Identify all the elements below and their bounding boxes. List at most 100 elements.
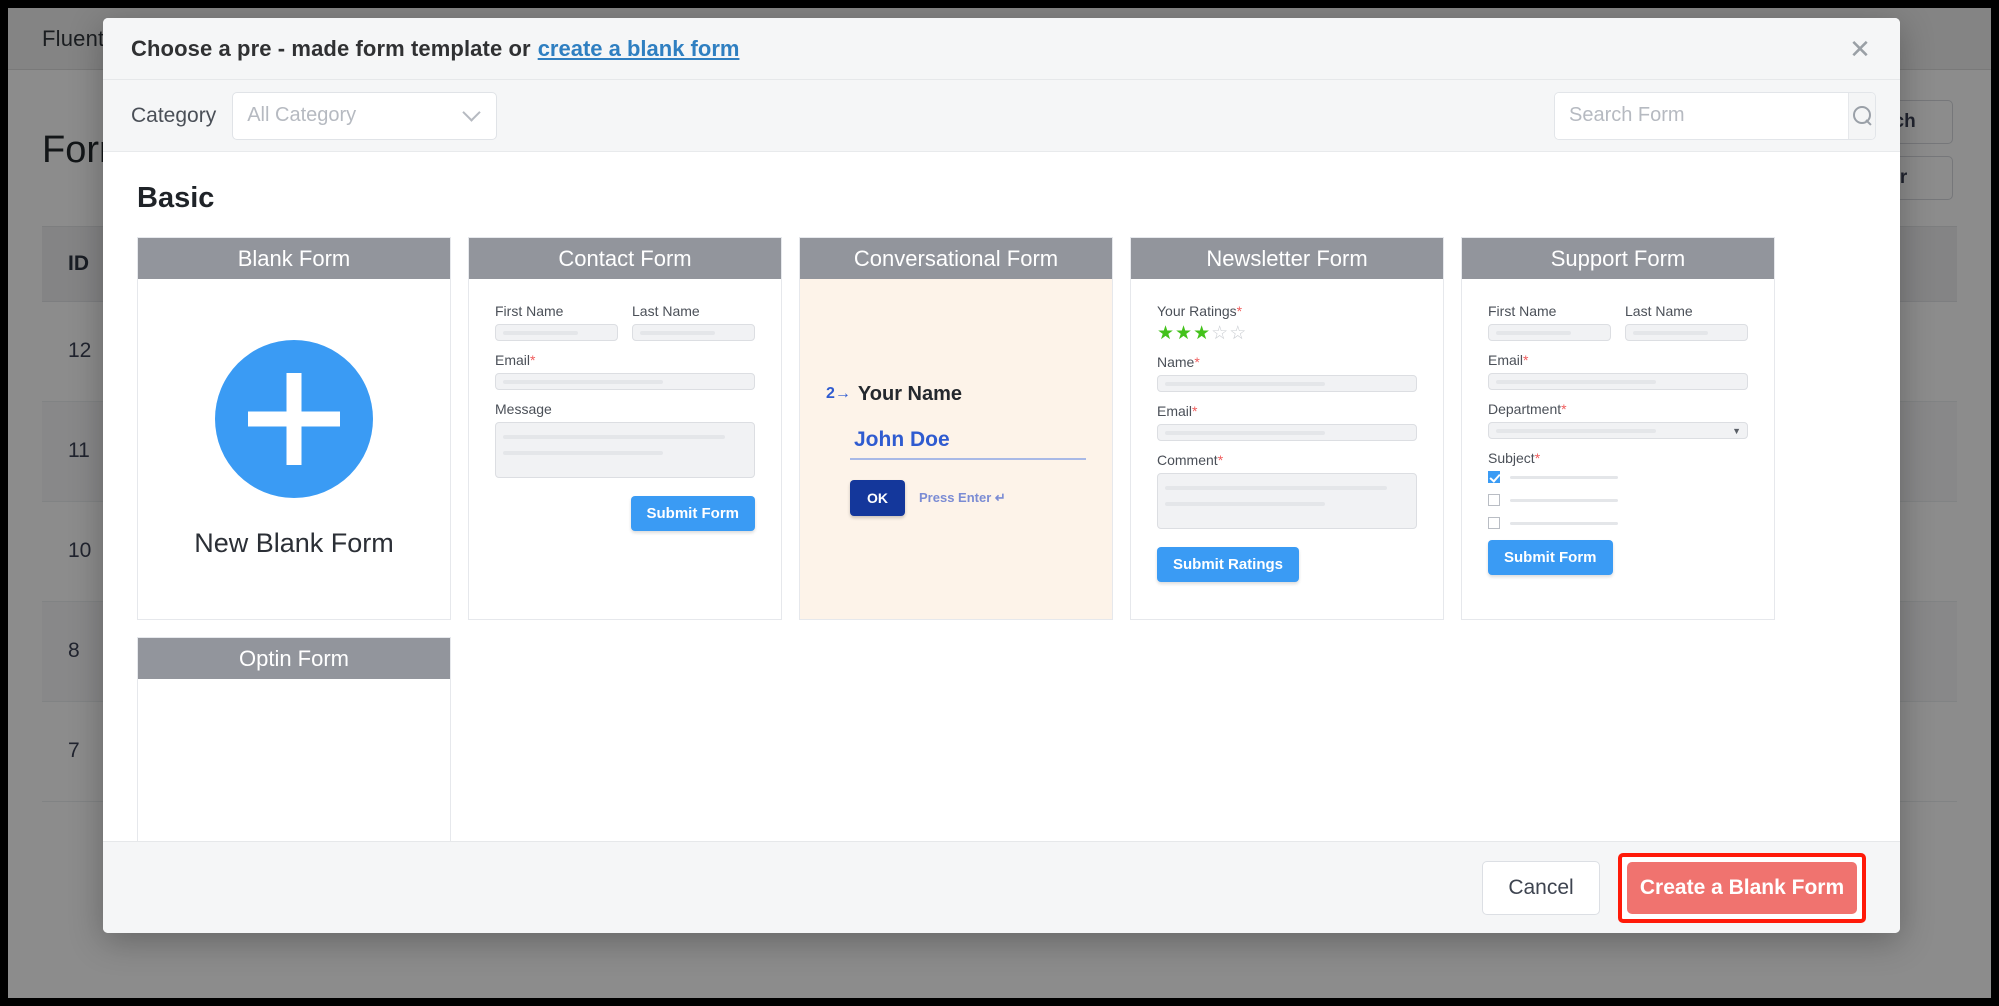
preview-field-last-name: Last Name: [1625, 303, 1748, 341]
template-card-newsletter-form[interactable]: Newsletter Form Your Ratings* ★★★☆☆ Name…: [1130, 237, 1444, 620]
star-empty-icon: ☆: [1229, 323, 1248, 344]
step-number-text: 2: [826, 385, 835, 402]
preview-field-email: Email*: [495, 352, 755, 390]
arrow-right-icon: →: [834, 385, 851, 402]
preview-field-label: First Name: [1488, 303, 1557, 319]
preview-input: [1488, 373, 1748, 390]
dialog-filter-bar: Category All Category: [103, 80, 1900, 152]
template-chooser-dialog: Choose a pre - made form template or cre…: [103, 18, 1900, 933]
category-label: Category: [131, 103, 217, 127]
required-marker: *: [1192, 403, 1198, 419]
required-marker: *: [1236, 303, 1243, 319]
preview-field-label: Email*: [1488, 352, 1748, 368]
template-preview: Your Ratings* ★★★☆☆ Name* Email* Comment…: [1131, 279, 1443, 619]
preview-field-label: Last Name: [632, 303, 700, 319]
preview-field-label: Email*: [495, 352, 755, 368]
template-card-title: Contact Form: [469, 238, 781, 279]
preview-field-last-name: Last Name: [632, 303, 755, 341]
preview-field-name: Name*: [1157, 354, 1417, 392]
preview-submit-button: Submit Ratings: [1157, 547, 1300, 582]
preview-field-label-text: Comment: [1157, 452, 1218, 468]
enter-key-icon: ↵: [994, 489, 1006, 505]
required-marker: *: [1217, 452, 1224, 468]
dialog-body[interactable]: Basic Blank Form New Blank Form Contact …: [103, 152, 1900, 841]
preview-question-text: Your Name: [857, 382, 963, 405]
preview-field-row: First Name Last Name: [1488, 303, 1748, 352]
template-grid: Blank Form New Blank Form Contact Form F…: [131, 237, 1872, 620]
preview-field-email: Email*: [1488, 352, 1748, 390]
template-card-title: Conversational Form: [800, 238, 1112, 279]
cancel-button[interactable]: Cancel: [1482, 860, 1600, 915]
preview-checkbox-row: [1488, 471, 1748, 483]
required-marker: *: [1194, 354, 1200, 370]
preview-input: [1157, 375, 1417, 392]
preview-answer-text: John Doe: [850, 428, 1086, 460]
template-card-optin-form[interactable]: Optin Form: [137, 637, 451, 841]
preview-enter-hint-text: Press Enter: [919, 489, 992, 505]
preview-question-row: 2→ Your Name: [826, 383, 1086, 406]
required-marker: *: [1561, 401, 1567, 417]
preview-input: [1157, 424, 1417, 441]
chevron-down-icon: [462, 103, 481, 122]
preview-field-label: Your Ratings*: [1157, 303, 1417, 319]
template-card-blank-form[interactable]: Blank Form New Blank Form: [137, 237, 451, 620]
template-card-support-form[interactable]: Support Form First Name Last Name Email*…: [1461, 237, 1775, 620]
template-card-conversational-form[interactable]: Conversational Form 2→ Your Name John Do…: [799, 237, 1113, 620]
blank-form-caption: New Blank Form: [194, 527, 394, 558]
preview-field-department: Department*: [1488, 401, 1748, 439]
preview-field-label-text: Email: [495, 352, 531, 368]
preview-field-label-text: Department: [1488, 401, 1562, 417]
preview-input: [495, 324, 618, 341]
category-select-value: All Category: [247, 104, 357, 126]
preview-field-label: Last Name: [1625, 303, 1693, 319]
template-card-contact-form[interactable]: Contact Form First Name Last Name Email*…: [468, 237, 782, 620]
checkbox-label-placeholder: [1510, 521, 1618, 525]
preview-field-label-text: Subject: [1488, 450, 1535, 466]
template-card-title: Blank Form: [138, 238, 450, 279]
preview-field-first-name: First Name: [495, 303, 618, 341]
preview-field-label: Subject*: [1488, 450, 1748, 466]
plus-circle-icon: [215, 339, 373, 498]
preview-checkbox-row: [1488, 494, 1748, 506]
preview-checkbox-row: [1488, 517, 1748, 529]
create-a-blank-form-button[interactable]: Create a Blank Form: [1627, 861, 1857, 914]
preview-submit-row: Submit Form: [495, 496, 755, 531]
template-card-title: Newsletter Form: [1131, 238, 1443, 279]
preview-input: [1625, 324, 1748, 341]
preview-field-email: Email*: [1157, 403, 1417, 441]
preview-field-label-text: Your Ratings: [1157, 303, 1237, 319]
preview-ok-button: OK: [850, 479, 905, 516]
preview-field-subject: Subject*: [1488, 450, 1748, 529]
preview-submit-button: Submit Form: [1488, 540, 1613, 575]
preview-field-label: Email*: [1157, 403, 1417, 419]
preview-submit-button: Submit Form: [630, 496, 755, 531]
preview-field-label: First Name: [495, 303, 564, 319]
create-blank-form-highlight: Create a Blank Form: [1618, 852, 1866, 923]
preview-textarea: [495, 422, 755, 478]
template-preview: [138, 679, 450, 841]
dialog-title: Choose a pre - made form template or: [131, 35, 531, 61]
search-input[interactable]: [1555, 92, 1848, 139]
create-blank-form-link[interactable]: create a blank form: [538, 36, 740, 62]
star-rating: ★★★☆☆: [1157, 324, 1417, 343]
category-select[interactable]: All Category: [232, 91, 498, 140]
preview-enter-hint: Press Enter ↵: [919, 490, 1006, 506]
required-marker: *: [1523, 352, 1529, 368]
checkbox-checked-icon: [1488, 471, 1500, 483]
template-preview: 2→ Your Name John Doe OK Press Enter ↵: [800, 279, 1112, 619]
step-number: 2→: [826, 385, 851, 403]
template-preview: First Name Last Name Email*: [1462, 279, 1774, 619]
template-preview: New Blank Form: [138, 279, 450, 619]
required-marker: *: [1534, 450, 1541, 466]
preview-field-ratings: Your Ratings* ★★★☆☆: [1157, 303, 1417, 343]
close-icon[interactable]: ✕: [1842, 31, 1878, 67]
star-filled-icon: ★: [1157, 323, 1176, 344]
preview-field-label-text: Email: [1488, 352, 1524, 368]
dialog-footer: Cancel Create a Blank Form: [103, 841, 1900, 933]
preview-actions: OK Press Enter ↵: [850, 479, 1086, 516]
checkbox-label-placeholder: [1510, 498, 1618, 502]
preview-field-label: Department*: [1488, 401, 1748, 417]
search-submit-button[interactable]: [1848, 92, 1875, 139]
checkbox-unchecked-icon: [1488, 494, 1500, 506]
preview-textarea: [1157, 473, 1417, 529]
